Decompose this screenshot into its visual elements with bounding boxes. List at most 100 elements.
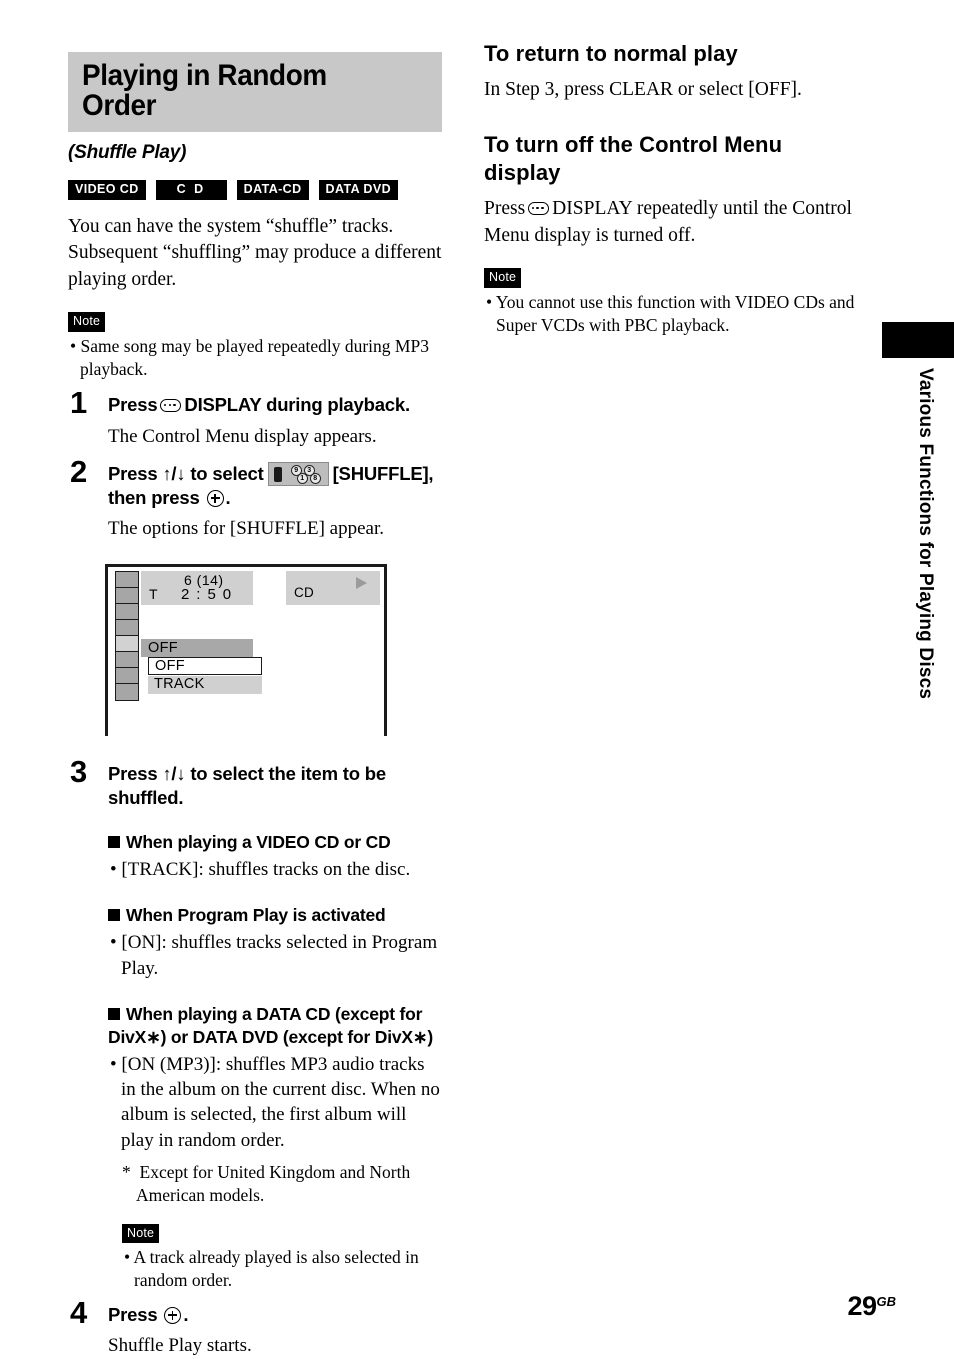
play-triangle-icon <box>356 576 367 589</box>
step-2-heading-part-b: [SHUFFLE], <box>332 462 434 484</box>
display-button-icon <box>160 399 182 413</box>
control-menu-icon-rail <box>115 570 139 701</box>
disc-badge-data-dvd: DATA DVD <box>318 180 399 200</box>
right-body-2: Press DISPLAY repeatedly until the Contro… <box>484 196 862 250</box>
step-4-number: 4 <box>70 1294 88 1330</box>
rail-cell <box>116 651 138 668</box>
bullet-item: • [TRACK]: shuffles tracks on the disc. <box>110 858 411 880</box>
step-3-group-heading-1: When playing a VIDEO CD or CD <box>108 831 443 854</box>
enter-button-icon <box>164 1306 182 1324</box>
step-4-description: Shuffle Play starts. <box>108 1335 252 1357</box>
rail-cell <box>116 619 138 636</box>
note-item: • Same song may be played repeatedly dur… <box>70 335 429 379</box>
step-2-number: 2 <box>70 453 88 489</box>
osd-disc-label: CD <box>294 584 315 600</box>
osd-option[interactable]: TRACK <box>148 675 262 694</box>
bullet-square-icon <box>108 1008 120 1021</box>
disc-badge-video-cd: VIDEO CD <box>68 180 146 200</box>
osd-track-prefix: T <box>149 585 158 602</box>
step-1-description: The Control Menu display appears. <box>108 425 377 447</box>
enter-button-icon <box>206 489 224 507</box>
group-heading-text: When Program Play is activated <box>126 905 386 926</box>
step-3: 3 Press ↑/↓ to select the item to be shu… <box>68 756 443 1293</box>
step-3-group-bullets-3: • [ON (MP3)]: shuffles MP3 audio tracks … <box>108 1052 443 1154</box>
page-number-suffix: GB <box>876 1294 897 1309</box>
step-3-footnote: * Except for United Kingdom and North Am… <box>122 1162 411 1206</box>
step-3-group-bullets-1: • [TRACK]: shuffles tracks on the disc. <box>108 857 443 882</box>
step-3-number: 3 <box>70 753 88 789</box>
section-intro-paragraph: You can have the system “shuffle” tracks… <box>68 215 442 291</box>
disc-badge-cd: C D <box>155 180 227 200</box>
right-body-2-part-a: Press <box>484 198 526 220</box>
bullet-item: • [ON]: shuffles tracks selected in Prog… <box>110 932 438 979</box>
bullet-square-icon <box>108 909 120 922</box>
note-list: • Same song may be played repeatedly dur… <box>68 335 443 382</box>
step-4-heading-part-a: Press <box>108 1303 158 1325</box>
step-3-group-bullets-2: • [ON]: shuffles tracks selected in Prog… <box>108 930 443 981</box>
step-1-heading-part-a: Press <box>108 394 158 416</box>
osd-current-setting-value: OFF <box>148 639 178 656</box>
shuffle-icon-ball: 8 <box>309 472 321 484</box>
group-heading-text: When playing a DATA CD (except for DivX∗… <box>108 1004 433 1047</box>
right-body-1: In Step 3, press CLEAR or select [OFF]. <box>484 79 802 101</box>
step-1-number: 1 <box>70 385 88 421</box>
document-page: Playing in Random Order (Shuffle Play) V… <box>0 0 954 1356</box>
display-button-icon <box>528 202 550 216</box>
step-2-heading-part-c: then press <box>108 486 200 508</box>
note-item: • A track already played is also selecte… <box>124 1247 419 1291</box>
note-item: • You cannot use this function with VIDE… <box>486 291 855 335</box>
osd-disc-panel: CD <box>286 570 380 605</box>
step-2-description: The options for [SHUFFLE] appear. <box>108 518 384 540</box>
rail-cell <box>116 603 138 620</box>
step-1: 1 Press DISPLAY during playback. The Cont… <box>68 387 443 449</box>
step-3-group-heading-2: When Program Play is activated <box>108 904 443 927</box>
group-heading-text: When playing a VIDEO CD or CD <box>126 832 391 853</box>
step-4-heading-part-b: . <box>183 1303 189 1325</box>
step-3-group-heading-3: When playing a DATA CD (except for DivX∗… <box>108 1003 443 1049</box>
page-number: 29GB <box>847 1291 896 1322</box>
step-1-heading: Press DISPLAY during playback. <box>108 393 443 417</box>
step-2-heading: Press ↑/↓ to select 9 3 1 8 [SHUFFLE], then pr… <box>108 461 443 510</box>
section-subtitle: (Shuffle Play) <box>68 142 187 163</box>
page-number-value: 29 <box>847 1291 877 1321</box>
step-3-heading: Press ↑/↓ to select the item to be shuff… <box>108 762 386 808</box>
rail-cell <box>116 667 138 684</box>
step-2: 2 Press ↑/↓ to select 9 3 1 8 [SHUFFLE], then … <box>68 456 443 542</box>
left-column: Playing in Random Order (Shuffle Play) V… <box>68 52 443 1359</box>
shuffle-icon-disc <box>273 466 282 482</box>
note-block-step-3: Note • A track already played is also se… <box>122 1223 443 1293</box>
osd-track-time: 2 : 5 0 <box>181 585 233 603</box>
rail-cell <box>116 571 138 588</box>
step-4-heading: Press . <box>108 1303 443 1327</box>
disc-type-badge-list: VIDEO CD C D DATA-CD DATA DVD <box>68 180 443 200</box>
note-list: • A track already played is also selecte… <box>122 1246 443 1293</box>
page-title: Playing in Random Order <box>82 59 327 122</box>
note-block-top: Note • Same song may be played repeatedl… <box>68 312 443 381</box>
note-block-right: Note • You cannot use this function with… <box>484 268 862 337</box>
shuffle-menu-icon: 9318 <box>267 461 329 486</box>
control-menu-screen-mock: 6 (14) T 2 : 5 0 CD OFF OFF TRACK <box>105 563 387 736</box>
note-badge: Note <box>68 312 106 332</box>
step-2-heading-part-a: Press ↑/↓ to select <box>108 462 264 484</box>
rail-cell-active <box>116 635 138 652</box>
step-4: 4 Press . Shuffle Play starts. <box>68 1297 443 1359</box>
bullet-square-icon <box>108 836 120 849</box>
note-list: • You cannot use this function with VIDE… <box>484 291 862 338</box>
rail-cell <box>116 587 138 604</box>
step-2-heading-part-d: . <box>225 486 231 508</box>
rail-cell <box>116 683 138 700</box>
osd-track-info: 6 (14) T 2 : 5 0 <box>141 570 253 605</box>
osd-option-label: OFF <box>155 657 185 674</box>
osd-current-setting: OFF <box>141 638 253 657</box>
disc-badge-data-cd: DATA-CD <box>236 180 309 200</box>
step-1-heading-part-b: DISPLAY during playback. <box>184 394 410 416</box>
bullet-item: • [ON (MP3)]: shuffles MP3 audio tracks … <box>110 1053 440 1151</box>
section-title-bar: Playing in Random Order <box>68 52 442 132</box>
osd-option-selected[interactable]: OFF <box>148 656 262 675</box>
chapter-tab-marker <box>882 322 954 358</box>
note-badge: Note <box>122 1223 160 1244</box>
note-badge: Note <box>484 268 522 288</box>
osd-option-label: TRACK <box>154 675 205 692</box>
right-heading-1: To return to normal play <box>484 41 738 66</box>
chapter-tab-label: Various Functions for Playing Discs <box>915 368 936 700</box>
